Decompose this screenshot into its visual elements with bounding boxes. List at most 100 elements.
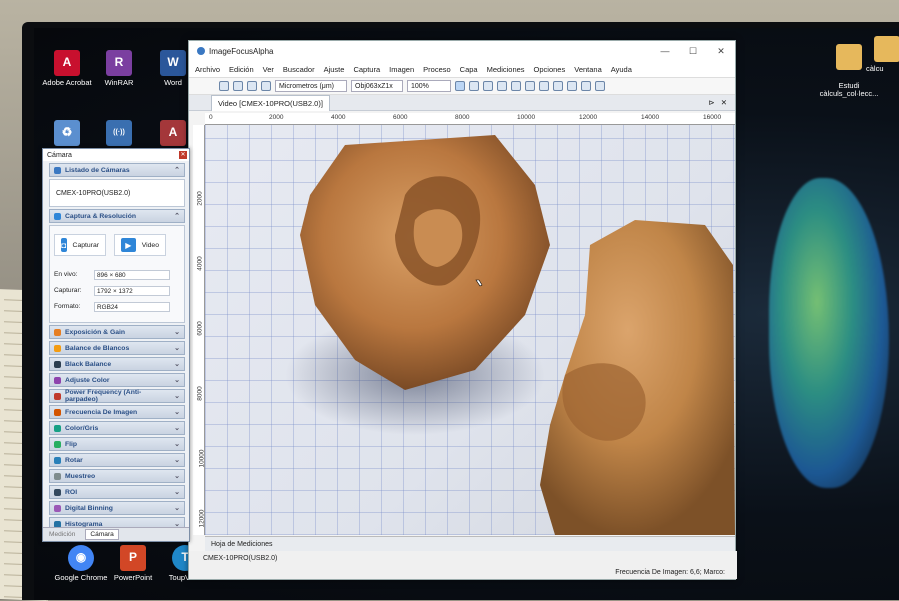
tab-scroll-icon[interactable]: ⊳ bbox=[708, 98, 714, 107]
section-label: Black Balance bbox=[65, 360, 112, 368]
menu-capa[interactable]: Capa bbox=[460, 65, 478, 74]
objective-select[interactable]: Obj063xZ1x bbox=[351, 80, 403, 92]
tab-close-icon[interactable]: ✕ bbox=[721, 98, 727, 107]
save-icon[interactable] bbox=[233, 81, 243, 91]
section-label: Frecuencia De Imagen bbox=[65, 408, 138, 416]
menu-ayuda[interactable]: Ayuda bbox=[611, 65, 632, 74]
rectangle-icon[interactable] bbox=[525, 81, 535, 91]
menu-ajuste[interactable]: Ajuste bbox=[324, 65, 345, 74]
camera-list-icon bbox=[54, 166, 61, 174]
section-roi[interactable]: ROI ⌄ bbox=[49, 485, 185, 499]
video-button[interactable]: ▶ Video bbox=[114, 234, 166, 256]
section-power-frequency-anti-parpadeo[interactable]: Power Frequency (Anti-parpadeo) ⌄ bbox=[49, 389, 185, 403]
section-exposici-n-gain[interactable]: Exposición & Gain ⌄ bbox=[49, 325, 185, 339]
ruler-tick-label: 4000 bbox=[196, 256, 204, 271]
ruler-tick-label: 0 bbox=[209, 114, 213, 121]
ruler-tick-label: 6000 bbox=[393, 114, 408, 121]
chevron-down-icon: ⌄ bbox=[174, 489, 180, 496]
text-icon[interactable] bbox=[595, 81, 605, 91]
access-icon: A bbox=[160, 120, 186, 146]
format-select[interactable]: RGB24 bbox=[94, 302, 170, 312]
section-balance-de-blancos[interactable]: Balance de Blancos ⌄ bbox=[49, 341, 185, 355]
tab-video[interactable]: Video [CMEX-10PRO(USB2.0)] bbox=[211, 94, 330, 111]
curve-icon[interactable] bbox=[581, 81, 591, 91]
camera-panel-close-icon[interactable]: ✕ bbox=[179, 151, 187, 159]
capture-label: Capturar bbox=[72, 241, 99, 249]
capture-resolution-select[interactable]: 1792 × 1372 bbox=[94, 286, 170, 296]
section-digital-binning[interactable]: Digital Binning ⌄ bbox=[49, 501, 185, 515]
winrar-shortcut[interactable]: R WinRAR bbox=[88, 50, 150, 87]
polygon-icon[interactable] bbox=[567, 81, 577, 91]
close-button[interactable]: ✕ bbox=[707, 46, 735, 57]
live-video-viewport[interactable] bbox=[205, 125, 735, 535]
copy-icon[interactable] bbox=[247, 81, 257, 91]
capture-button[interactable]: ◘ Capturar bbox=[54, 234, 106, 256]
menu-ver[interactable]: Ver bbox=[263, 65, 274, 74]
app-icon bbox=[197, 47, 205, 55]
network-shortcut[interactable]: ((·)) bbox=[88, 120, 150, 149]
menu-captura[interactable]: Captura bbox=[353, 65, 380, 74]
ruler-tick-label: 16000 bbox=[703, 114, 722, 121]
section-label: Power Frequency (Anti-parpadeo) bbox=[65, 389, 142, 403]
angle-icon[interactable] bbox=[511, 81, 521, 91]
maximize-button[interactable]: ☐ bbox=[679, 46, 707, 57]
menu-buscador[interactable]: Buscador bbox=[283, 65, 315, 74]
section-listado-camaras[interactable]: Listado de Cámaras ⌃ bbox=[49, 163, 185, 177]
menu-archivo[interactable]: Archivo bbox=[195, 65, 220, 74]
tab-camara[interactable]: Cámara bbox=[85, 529, 119, 540]
camera-list-item[interactable]: CMEX-10PRO(USB2.0) bbox=[49, 179, 185, 207]
section-captura-resolucion[interactable]: Captura & Resolución ⌃ bbox=[49, 209, 185, 223]
section-icon bbox=[54, 376, 61, 384]
section-black-balance[interactable]: Black Balance ⌄ bbox=[49, 357, 185, 371]
section-flip[interactable]: Flip ⌄ bbox=[49, 437, 185, 451]
chrome-icon: ◉ bbox=[68, 545, 94, 571]
measurement-sheet-bar: Hoja de Mediciones bbox=[205, 536, 735, 551]
live-resolution-select[interactable]: 896 × 680 bbox=[94, 270, 170, 280]
hand-tool-icon[interactable] bbox=[455, 81, 465, 91]
folder-calcu-shortcut[interactable]: càlcu bbox=[866, 36, 899, 73]
section-icon bbox=[54, 328, 61, 336]
tab-hoja-de-mediciones[interactable]: Hoja de Mediciones bbox=[211, 541, 272, 548]
chevron-down-icon: ⌄ bbox=[174, 505, 180, 512]
unit-select[interactable]: Micrometros (μm) bbox=[275, 80, 347, 92]
horizontal-ruler: 0 2000 4000 6000 8000 10000 12000 14000 … bbox=[205, 113, 735, 125]
title-bar[interactable]: ImageFocusAlpha — ☐ ✕ bbox=[189, 41, 735, 61]
winrar-icon: R bbox=[106, 50, 132, 76]
menu-proceso[interactable]: Proceso bbox=[423, 65, 451, 74]
tab-medicion[interactable]: Medición bbox=[49, 531, 75, 538]
window-title: ImageFocusAlpha bbox=[209, 46, 274, 56]
word-icon: W bbox=[160, 50, 186, 76]
chevron-down-icon: ⌄ bbox=[174, 329, 180, 336]
open-icon[interactable] bbox=[219, 81, 229, 91]
section-rotar[interactable]: Rotar ⌄ bbox=[49, 453, 185, 467]
menu-edicion[interactable]: Edición bbox=[229, 65, 254, 74]
pointer-icon[interactable] bbox=[469, 81, 479, 91]
circle-icon[interactable] bbox=[553, 81, 563, 91]
grid-icon[interactable] bbox=[261, 81, 271, 91]
live-label: En vivo: bbox=[54, 271, 78, 278]
section-icon bbox=[54, 504, 61, 512]
section-icon bbox=[54, 440, 61, 448]
menu-opciones[interactable]: Opciones bbox=[534, 65, 566, 74]
camera-panel-header[interactable]: Cámara ✕ bbox=[43, 149, 189, 161]
section-label: Listado de Cámaras bbox=[65, 166, 130, 174]
section-icon bbox=[54, 488, 61, 496]
format-label: Formato: bbox=[54, 303, 81, 310]
ellipse-icon[interactable] bbox=[539, 81, 549, 91]
menu-mediciones[interactable]: Mediciones bbox=[487, 65, 525, 74]
wallpaper-swirl bbox=[769, 178, 889, 488]
section-frecuencia-de-imagen[interactable]: Frecuencia De Imagen ⌄ bbox=[49, 405, 185, 419]
chevron-down-icon: ⌄ bbox=[174, 409, 180, 416]
minimize-button[interactable]: — bbox=[651, 46, 679, 57]
line-icon[interactable] bbox=[497, 81, 507, 91]
section-adjuste-color[interactable]: Adjuste Color ⌄ bbox=[49, 373, 185, 387]
section-muestreo[interactable]: Muestreo ⌄ bbox=[49, 469, 185, 483]
section-color-gris[interactable]: Color/Gris ⌄ bbox=[49, 421, 185, 435]
menu-ventana[interactable]: Ventana bbox=[574, 65, 602, 74]
menu-imagen[interactable]: Imagen bbox=[389, 65, 414, 74]
shortcut-label: WinRAR bbox=[104, 78, 134, 87]
zoom-select[interactable]: 100% bbox=[407, 80, 451, 92]
microscope-image bbox=[285, 135, 735, 535]
pen-icon[interactable] bbox=[483, 81, 493, 91]
status-bar: CMEX-10PRO(USB2.0) Frecuencia De Imagen:… bbox=[189, 551, 737, 579]
